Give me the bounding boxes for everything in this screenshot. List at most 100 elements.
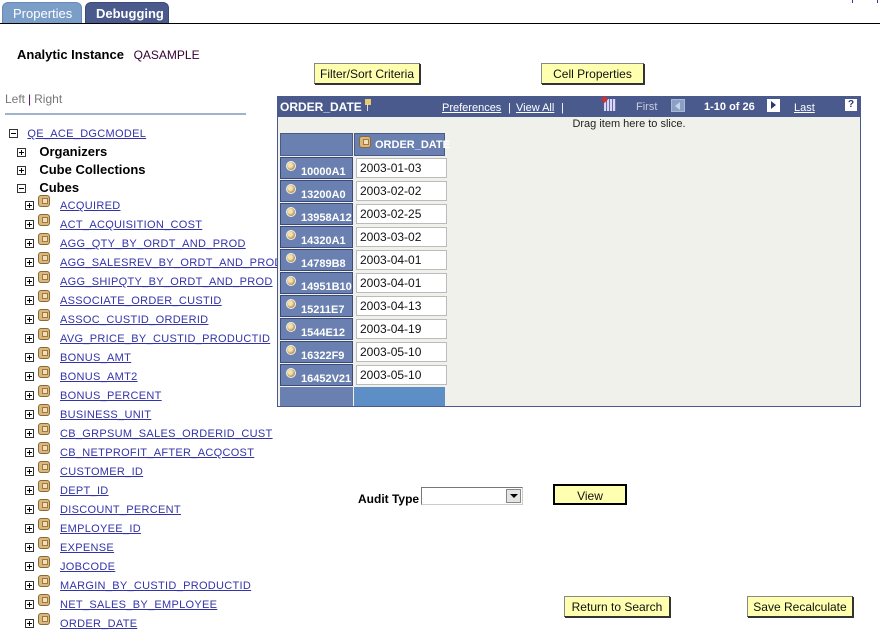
analytic-instance: Analytic Instance QASAMPLE	[17, 47, 200, 62]
expand-icon[interactable]	[25, 391, 34, 401]
left-link[interactable]: Left	[5, 92, 25, 106]
grid-cell[interactable]: 2003-02-25	[356, 204, 447, 224]
row-header[interactable]: 1544E12	[280, 318, 353, 340]
expand-icon[interactable]	[17, 148, 26, 158]
first-link: First	[636, 101, 658, 113]
expand-icon[interactable]	[25, 543, 34, 553]
expand-icon[interactable]	[25, 429, 34, 439]
expand-icon[interactable]	[25, 562, 34, 572]
row-header[interactable]: 10000A1	[280, 157, 353, 179]
cube-link[interactable]: CB_NETPROFIT_AFTER_ACQCOST	[60, 447, 254, 459]
cube-link[interactable]: AGG_SHIPQTY_BY_ORDT_AND_PROD	[60, 276, 273, 288]
help-icon[interactable]: ?	[845, 99, 857, 111]
cube-link[interactable]: BONUS_PERCENT	[60, 390, 162, 402]
view-all-link[interactable]: View All	[516, 102, 554, 114]
grid-cell[interactable]: 2003-01-03	[356, 158, 447, 178]
member-icon	[286, 368, 296, 378]
cube-link[interactable]: CB_GRPSUM_SALES_ORDERID_CUST	[60, 428, 273, 440]
last-link[interactable]: Last	[794, 102, 815, 114]
cube-link[interactable]: ACQUIRED	[60, 200, 120, 212]
expand-icon[interactable]	[25, 296, 34, 306]
row-header[interactable]: 13958A12	[280, 203, 353, 225]
cube-link[interactable]: JOBCODE	[60, 561, 115, 573]
grid-cell[interactable]: 2003-05-10	[356, 365, 447, 385]
expand-icon[interactable]	[25, 581, 34, 591]
filter-sort-criteria-button[interactable]: Filter/Sort Criteria	[314, 63, 420, 84]
expand-icon[interactable]	[17, 166, 26, 176]
expand-icon[interactable]	[25, 600, 34, 610]
expand-icon[interactable]	[25, 334, 34, 344]
expand-icon[interactable]	[25, 619, 34, 629]
expand-icon[interactable]	[25, 220, 34, 230]
expand-icon[interactable]	[25, 315, 34, 325]
expand-icon[interactable]	[25, 524, 34, 534]
cube-link[interactable]: BONUS_AMT	[60, 352, 131, 364]
expand-icon[interactable]	[25, 410, 34, 420]
cube-link[interactable]: AGG_QTY_BY_ORDT_AND_PROD	[60, 238, 246, 250]
row-header[interactable]: 14789B8	[280, 249, 353, 271]
slice-drop-zone[interactable]: Drag item here to slice.	[278, 118, 860, 130]
row-header[interactable]: 14320A1	[280, 226, 353, 248]
expand-icon[interactable]	[25, 372, 34, 382]
next-icon[interactable]	[767, 99, 780, 112]
cube-link[interactable]: EMPLOYEE_ID	[60, 523, 141, 535]
expand-icon[interactable]	[25, 239, 34, 249]
chart-icon[interactable]	[604, 99, 616, 111]
cell-properties-button[interactable]: Cell Properties	[541, 63, 644, 84]
expand-icon[interactable]	[25, 505, 34, 515]
grid-cell[interactable]: 2003-04-01	[356, 250, 447, 270]
return-to-search-button[interactable]: Return to Search	[564, 596, 670, 617]
cube-link[interactable]: EXPENSE	[60, 542, 114, 554]
cube-link[interactable]: AGG_SALESREV_BY_ORDT_AND_PROD	[60, 257, 283, 269]
cube-link[interactable]: ASSOC_CUSTID_ORDERID	[60, 314, 208, 326]
save-recalculate-button[interactable]: Save Recalculate	[747, 596, 853, 617]
tab-debugging[interactable]: Debugging	[85, 2, 169, 23]
cube-link[interactable]: ASSOCIATE_ORDER_CUSTID	[60, 295, 222, 307]
tree-cube-item: ORDER_DATE	[25, 613, 137, 634]
cube-link[interactable]: DEPT_ID	[60, 485, 109, 497]
audit-type-select[interactable]	[421, 487, 523, 505]
grid-cell[interactable]: 2003-04-19	[356, 319, 447, 339]
expand-icon[interactable]	[25, 448, 34, 458]
cube-link[interactable]: AVG_PRICE_BY_CUSTID_PRODUCTID	[60, 333, 270, 345]
expand-icon[interactable]	[25, 277, 34, 287]
expand-icon[interactable]	[25, 201, 34, 211]
view-button[interactable]: View	[553, 484, 627, 505]
expand-icon[interactable]	[25, 486, 34, 496]
cube-link[interactable]: BONUS_AMT2	[60, 371, 138, 383]
cube-link[interactable]: DISCOUNT_PERCENT	[60, 504, 181, 516]
right-link[interactable]: Right	[34, 92, 62, 106]
cube-link[interactable]: ORDER_DATE	[60, 618, 137, 630]
collapse-icon[interactable]	[9, 129, 18, 139]
tree-root-link[interactable]: QE_ACE_DGCMODEL	[27, 128, 146, 140]
cube-link[interactable]: ACT_ACQUISITION_COST	[60, 219, 202, 231]
expand-icon[interactable]	[25, 467, 34, 477]
grid-cell[interactable]: 2003-05-10	[356, 342, 447, 362]
grid-cell[interactable]: 2003-02-02	[356, 181, 447, 201]
panel-toggle: Left | Right	[5, 92, 62, 106]
header-separator: |	[561, 102, 564, 114]
cube-link[interactable]: BUSINESS_UNIT	[60, 409, 151, 421]
dropdown-arrow-icon[interactable]	[506, 489, 521, 503]
preferences-link[interactable]: Preferences	[442, 102, 501, 114]
expand-icon[interactable]	[25, 353, 34, 363]
column-header[interactable]: ORDER_DATE	[354, 133, 450, 156]
collapse-icon[interactable]	[17, 184, 26, 194]
cube-link[interactable]: NET_SALES_BY_EMPLOYEE	[60, 599, 217, 611]
row-header[interactable]: 14951B10	[280, 272, 353, 294]
row-header[interactable]: 16322F9	[280, 341, 353, 363]
pivot-icon[interactable]	[363, 99, 373, 111]
grid-cell[interactable]: 2003-03-02	[356, 227, 447, 247]
row-header[interactable]: 13200A0	[280, 180, 353, 202]
expand-icon[interactable]	[25, 258, 34, 268]
tab-bar: Properties Debugging	[0, 0, 880, 24]
tree-group-label: Organizers	[39, 144, 108, 159]
row-header[interactable]: 15211E7	[280, 295, 353, 317]
grid-cell[interactable]: 2003-04-13	[356, 296, 447, 316]
cube-link[interactable]: MARGIN_BY_CUSTID_PRODUCTID	[60, 580, 251, 592]
tab-properties[interactable]: Properties	[2, 2, 82, 23]
member-icon	[286, 184, 296, 194]
row-header[interactable]: 16452V21	[280, 364, 353, 386]
grid-cell[interactable]: 2003-04-01	[356, 273, 447, 293]
cube-link[interactable]: CUSTOMER_ID	[60, 466, 143, 478]
